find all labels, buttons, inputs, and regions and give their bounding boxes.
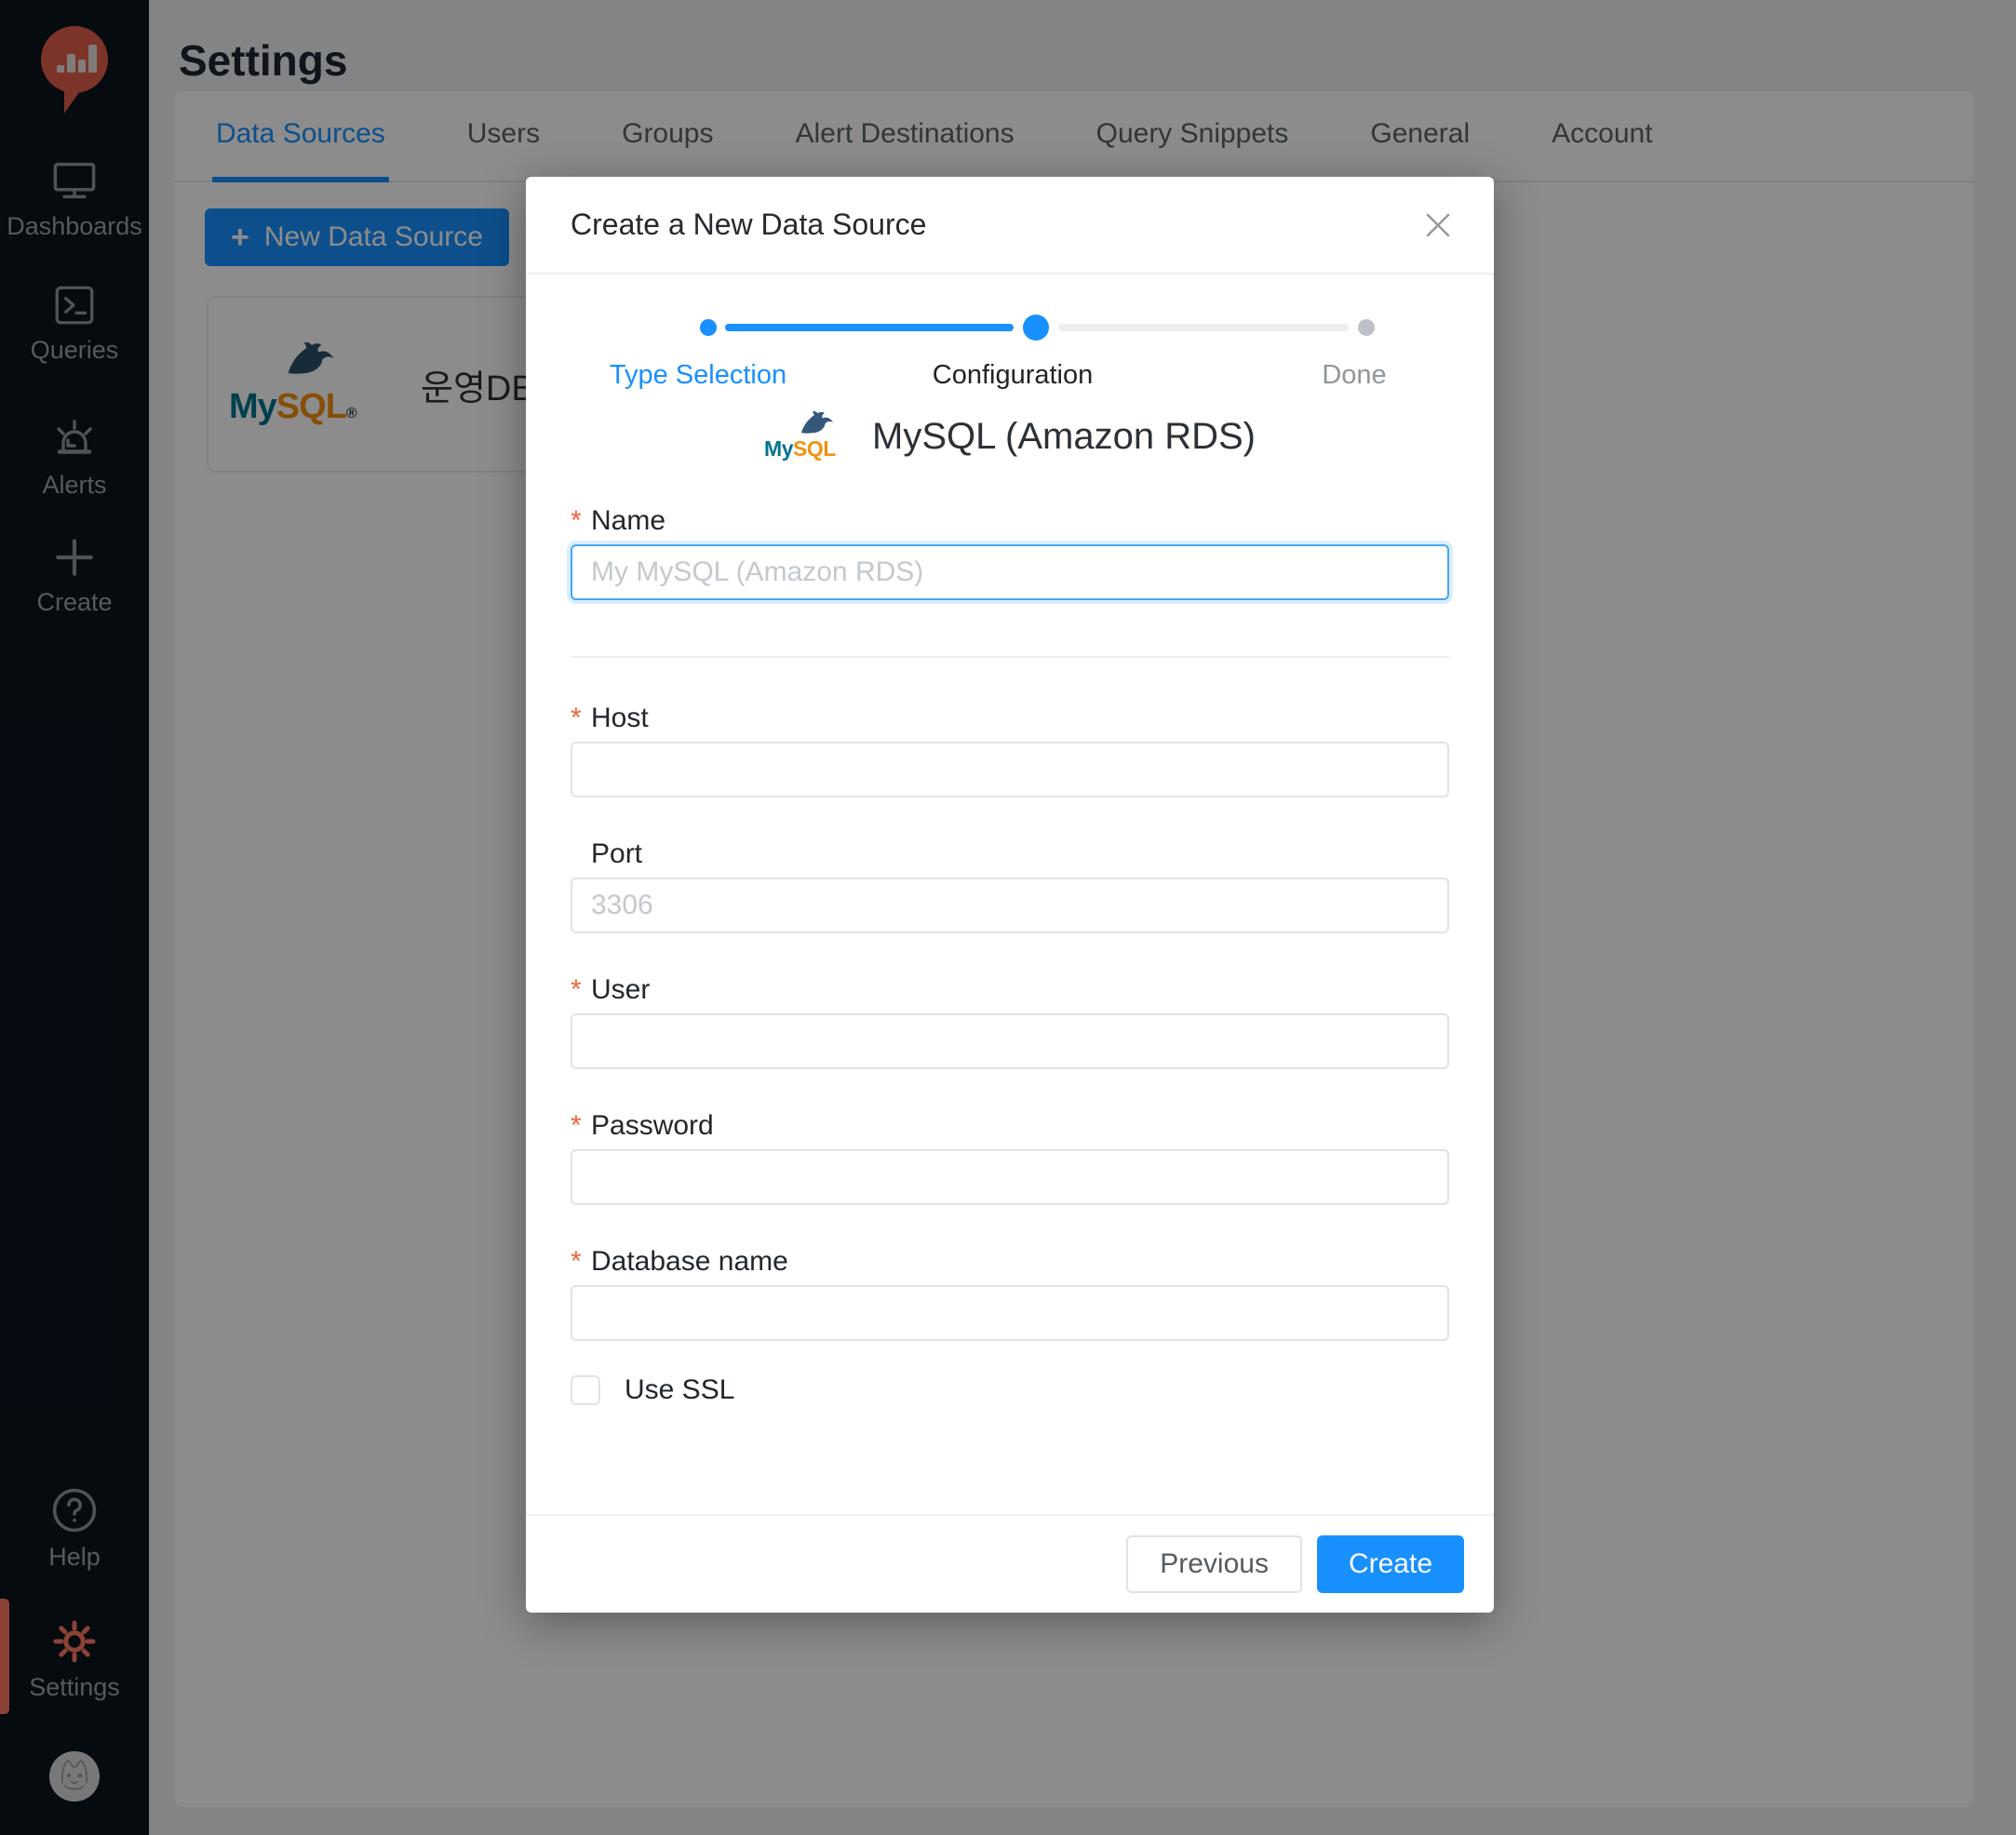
- step-line-active: [725, 324, 1014, 331]
- use-ssl-checkbox[interactable]: [571, 1375, 600, 1405]
- form-divider: [571, 656, 1449, 658]
- use-ssl-label: Use SSL: [625, 1374, 734, 1406]
- create-button[interactable]: Create: [1317, 1535, 1464, 1593]
- required-mark: *: [571, 974, 582, 1006]
- field-label-database-name: * Database name: [571, 1246, 1449, 1278]
- modal-header: Create a New Data Source: [526, 177, 1494, 275]
- previous-button[interactable]: Previous: [1126, 1535, 1302, 1593]
- field-label-user: * User: [571, 974, 1449, 1006]
- create-data-source-modal: Create a New Data Source Type Selection …: [526, 177, 1494, 1613]
- close-button[interactable]: [1419, 207, 1457, 244]
- required-mark: *: [571, 703, 582, 734]
- modal-title: Create a New Data Source: [571, 208, 926, 242]
- password-input[interactable]: [571, 1149, 1449, 1205]
- database-name-input[interactable]: [571, 1285, 1449, 1341]
- modal-footer: Previous Create: [526, 1514, 1494, 1613]
- mysql-word-my: My: [764, 436, 793, 461]
- mysql-logo-small: MySQL: [764, 409, 853, 463]
- field-label-text: Port: [591, 838, 642, 870]
- step-type-selection[interactable]: Type Selection: [571, 360, 826, 391]
- step-done: Done: [1224, 360, 1485, 391]
- mysql-dolphin-icon: [798, 409, 837, 435]
- progress-steps: Type Selection Configuration Done: [571, 315, 1449, 409]
- port-input[interactable]: [571, 877, 1449, 933]
- field-label-password: * Password: [571, 1110, 1449, 1142]
- app-window: Dashboards Queries Alerts Create: [0, 0, 2016, 1835]
- name-input[interactable]: [571, 544, 1449, 600]
- step-dot-current: [1023, 315, 1049, 341]
- field-label-text: Host: [591, 703, 649, 734]
- required-mark: *: [571, 1246, 582, 1278]
- user-input[interactable]: [571, 1013, 1449, 1069]
- required-mark: *: [571, 505, 582, 537]
- field-label-text: Password: [591, 1110, 714, 1142]
- modal-body: Type Selection Configuration Done MySQL …: [526, 315, 1494, 1406]
- data-source-type-name: MySQL (Amazon RDS): [872, 416, 1256, 458]
- step-line-inactive: [1058, 324, 1349, 331]
- step-configuration: Configuration: [882, 360, 1143, 391]
- data-source-type-heading: MySQL MySQL (Amazon RDS): [571, 409, 1449, 464]
- field-label-text: User: [591, 974, 650, 1006]
- mysql-word-sql: SQL: [793, 436, 836, 461]
- field-label-port: Port: [571, 838, 1449, 870]
- host-input[interactable]: [571, 742, 1449, 797]
- step-dot-waiting: [1358, 319, 1375, 336]
- ssl-row: Use SSL: [571, 1374, 1449, 1406]
- step-dot-finished: [700, 319, 717, 336]
- required-mark: *: [571, 1110, 582, 1142]
- field-label-name: * Name: [571, 505, 1449, 537]
- field-label-text: Name: [591, 505, 665, 537]
- close-icon: [1425, 212, 1451, 238]
- field-label-text: Database name: [591, 1246, 788, 1278]
- field-label-host: * Host: [571, 703, 1449, 734]
